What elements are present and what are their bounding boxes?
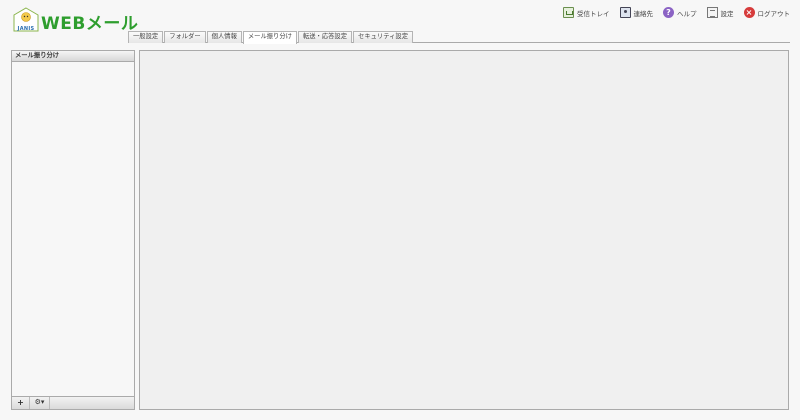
settings-link-label: 設定 xyxy=(720,9,734,18)
contacts-link-label: 連絡先 xyxy=(633,9,654,18)
help-link[interactable]: ? ヘルプ xyxy=(663,7,697,18)
settings-link[interactable]: 設定 xyxy=(706,7,734,18)
filter-panel-title: メール振り分け xyxy=(12,51,134,62)
contacts-link[interactable]: 連絡先 xyxy=(619,7,654,18)
settings-icon xyxy=(706,7,718,18)
filter-actions-gear-button[interactable]: ⚙▾ xyxy=(30,397,50,409)
filter-list-panel: メール振り分け + ⚙▾ xyxy=(11,50,135,410)
contacts-icon xyxy=(619,7,631,18)
inbox-link[interactable]: 受信トレイ xyxy=(563,7,610,18)
tab-mail-filter[interactable]: メール振り分け xyxy=(242,31,297,44)
help-icon: ? xyxy=(663,7,674,18)
logout-link[interactable]: × ログアウト xyxy=(743,7,791,18)
inbox-link-label: 受信トレイ xyxy=(577,9,610,18)
app-title: WEBメール xyxy=(41,14,139,34)
help-link-label: ヘルプ xyxy=(677,9,697,18)
filter-panel-footer: + ⚙▾ xyxy=(12,396,134,409)
add-filter-button[interactable]: + xyxy=(12,397,30,409)
app-logo: JANIS WEBメール xyxy=(13,7,138,35)
filter-list[interactable] xyxy=(12,63,134,396)
logout-link-label: ログアウト xyxy=(757,9,791,18)
logo-brand-text: JANIS xyxy=(17,26,35,32)
top-toolbar: 受信トレイ 連絡先 ? ヘルプ 設定 × ログアウト xyxy=(563,6,790,19)
tab-general[interactable]: 一般設定 xyxy=(128,31,164,43)
logout-icon: × xyxy=(743,7,755,18)
settings-tabs: 一般設定 フォルダー 個人情報 メール振り分け 転送・応答設定 セキュリティ設定 xyxy=(128,31,414,44)
tab-personal-info[interactable]: 個人情報 xyxy=(206,31,242,43)
filter-detail-panel xyxy=(139,50,789,410)
tab-folders[interactable]: フォルダー xyxy=(164,31,206,43)
tab-security[interactable]: セキュリティ設定 xyxy=(353,31,414,43)
tab-forward-reply[interactable]: 転送・応答設定 xyxy=(297,31,353,43)
inbox-icon xyxy=(563,7,574,18)
